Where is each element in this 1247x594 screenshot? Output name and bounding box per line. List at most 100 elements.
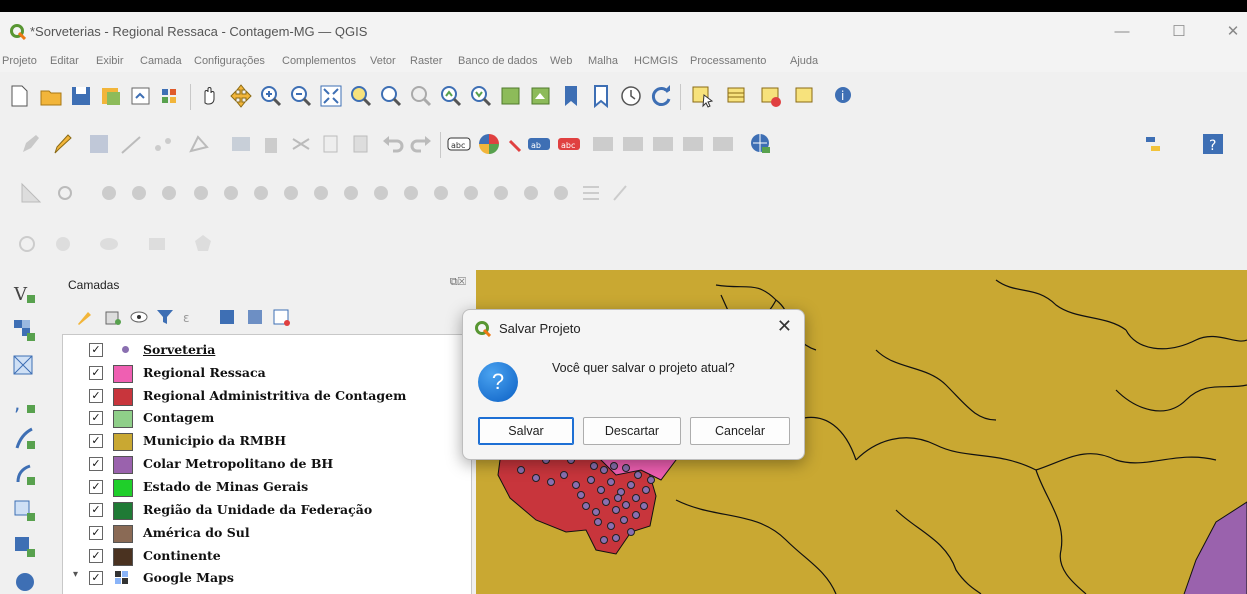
new-project-icon[interactable] — [6, 83, 32, 109]
menu-malha[interactable]: Malha — [588, 55, 618, 67]
add-circular-string-icon[interactable] — [50, 231, 76, 257]
offset-symbols-icon[interactable] — [398, 180, 424, 206]
menu-web[interactable]: Web — [550, 55, 572, 67]
add-virtual-layer-icon[interactable] — [12, 498, 38, 524]
layer-item-contagem[interactable]: ✓ Contagem — [63, 407, 463, 429]
cancel-button[interactable]: Cancelar — [690, 417, 790, 445]
zoom-native-icon[interactable] — [408, 83, 434, 109]
delete-ring-icon[interactable] — [126, 180, 152, 206]
toggle-editing-icon[interactable] — [50, 131, 76, 157]
reshape-icon[interactable] — [188, 180, 214, 206]
label-show-hide-icon[interactable] — [650, 131, 676, 157]
layer-visibility-checkbox[interactable]: ✓ — [89, 411, 103, 425]
label-move-icon[interactable] — [590, 131, 616, 157]
transform-icon[interactable] — [608, 180, 634, 206]
vertex-editor-icon[interactable] — [518, 180, 544, 206]
layer-item-colar-metropolitano[interactable]: ✓ Colar Metropolitano de BH — [63, 453, 463, 475]
add-delimited-text-icon[interactable]: , — [12, 390, 38, 416]
collapse-all-icon[interactable] — [242, 304, 268, 330]
menu-banco-de-dados[interactable]: Banco de dados — [458, 55, 538, 67]
zoom-full-icon[interactable] — [318, 83, 344, 109]
add-raster-layer-icon[interactable] — [12, 318, 38, 344]
add-circle-icon[interactable] — [14, 231, 40, 257]
menu-configuracoes[interactable]: Configurações — [194, 55, 265, 67]
discard-button[interactable]: Descartar — [583, 417, 681, 445]
minimize-button[interactable]: — — [1107, 22, 1137, 42]
save-project-icon[interactable] — [68, 83, 94, 109]
merge-features-icon[interactable] — [308, 180, 334, 206]
label-toolbar-icon[interactable]: abc — [446, 131, 472, 157]
layer-item-google-maps[interactable]: ▾ ✓ Google Maps — [63, 567, 463, 589]
layer-item-estado-minas-gerais[interactable]: ✓ Estado de Minas Gerais — [63, 476, 463, 498]
menu-raster[interactable]: Raster — [410, 55, 442, 67]
add-spatialite-layer-icon[interactable] — [12, 462, 38, 488]
menu-ajuda[interactable]: Ajuda — [790, 55, 818, 67]
open-layer-styling-icon[interactable] — [72, 304, 98, 330]
add-mesh-layer-icon[interactable] — [12, 354, 38, 380]
deselect-icon[interactable] — [758, 83, 784, 109]
undo-icon[interactable] — [380, 131, 406, 157]
cut-features-icon[interactable] — [288, 131, 314, 157]
offset-curve-icon[interactable] — [218, 180, 244, 206]
layer-item-municipio-rmbh[interactable]: ✓ Municipio da RMBH — [63, 430, 463, 452]
redo-icon[interactable] — [408, 131, 434, 157]
add-postgis-layer-icon[interactable] — [12, 426, 38, 452]
manage-map-themes-icon[interactable] — [126, 304, 152, 330]
show-bookmarks-icon[interactable] — [588, 83, 614, 109]
pan-map-icon[interactable] — [196, 83, 222, 109]
new-bookmark-icon[interactable] — [558, 83, 584, 109]
layer-visibility-checkbox[interactable]: ✓ — [89, 571, 103, 585]
split-features-icon[interactable] — [248, 180, 274, 206]
layer-item-regional-ressaca[interactable]: ✓ Regional Ressaca — [63, 362, 463, 384]
label-highlight-icon[interactable]: ab — [526, 131, 552, 157]
layer-visibility-checkbox[interactable]: ✓ — [89, 503, 103, 517]
layer-visibility-checkbox[interactable]: ✓ — [89, 434, 103, 448]
menu-exibir[interactable]: Exibir — [96, 55, 124, 67]
label-rotate-icon[interactable] — [620, 131, 646, 157]
layer-visibility-checkbox[interactable]: ✓ — [89, 389, 103, 403]
style-manager-icon[interactable] — [158, 83, 184, 109]
select-by-value-icon[interactable] — [724, 83, 750, 109]
split-parts-icon[interactable] — [278, 180, 304, 206]
filter-expression-icon[interactable]: ε — [178, 304, 204, 330]
menu-complementos[interactable]: Complementos — [282, 55, 356, 67]
add-line-icon[interactable] — [118, 131, 144, 157]
zoom-last-icon[interactable] — [438, 83, 464, 109]
add-wcs-layer-icon[interactable] — [12, 568, 38, 594]
digitize-shape-icon[interactable] — [150, 131, 176, 157]
layer-visibility-checkbox[interactable]: ✓ — [89, 526, 103, 540]
vertex-tool-icon[interactable] — [186, 131, 212, 157]
new-print-layout-icon[interactable] — [98, 83, 124, 109]
save-edits-icon[interactable] — [86, 131, 112, 157]
label-change-icon[interactable]: abc — [556, 131, 582, 157]
menu-editar[interactable]: Editar — [50, 55, 79, 67]
trim-extend-icon[interactable] — [428, 180, 454, 206]
layer-visibility-checkbox[interactable]: ✓ — [89, 480, 103, 494]
add-wms-layer-icon[interactable] — [12, 534, 38, 560]
reverse-line-icon[interactable] — [548, 180, 574, 206]
select-location-icon[interactable] — [792, 83, 818, 109]
menu-processamento[interactable]: Processamento — [690, 55, 766, 67]
layer-item-regional-administritiva[interactable]: ✓ Regional Administritiva de Contagem — [63, 385, 463, 407]
maximize-button[interactable]: ☐ — [1164, 22, 1194, 42]
web-globe-icon[interactable] — [748, 131, 774, 157]
expand-arrow-icon[interactable]: ▾ — [73, 569, 78, 580]
fill-ring-icon[interactable] — [96, 180, 122, 206]
add-ellipse-icon[interactable] — [96, 231, 122, 257]
expand-all-icon[interactable] — [214, 304, 240, 330]
layer-item-continente[interactable]: ✓ Continente — [63, 545, 463, 567]
remove-layer-icon[interactable] — [268, 304, 294, 330]
label-pin-icon[interactable] — [710, 131, 736, 157]
menu-camada[interactable]: Camada — [140, 55, 182, 67]
zoom-in-icon[interactable] — [258, 83, 284, 109]
dialog-close-button[interactable]: ✕ — [777, 316, 792, 337]
identify-features-icon[interactable]: i — [832, 83, 858, 109]
panel-float-close-icon[interactable]: ⧉☒ — [450, 276, 466, 289]
shape-digitize-icon[interactable] — [488, 180, 514, 206]
layer-visibility-checkbox[interactable]: ✓ — [89, 549, 103, 563]
filter-legend-icon[interactable] — [152, 304, 178, 330]
zoom-next-icon[interactable] — [468, 83, 494, 109]
select-features-icon[interactable] — [690, 83, 716, 109]
copy-features-icon[interactable] — [318, 131, 344, 157]
current-edits-icon[interactable] — [18, 131, 44, 157]
